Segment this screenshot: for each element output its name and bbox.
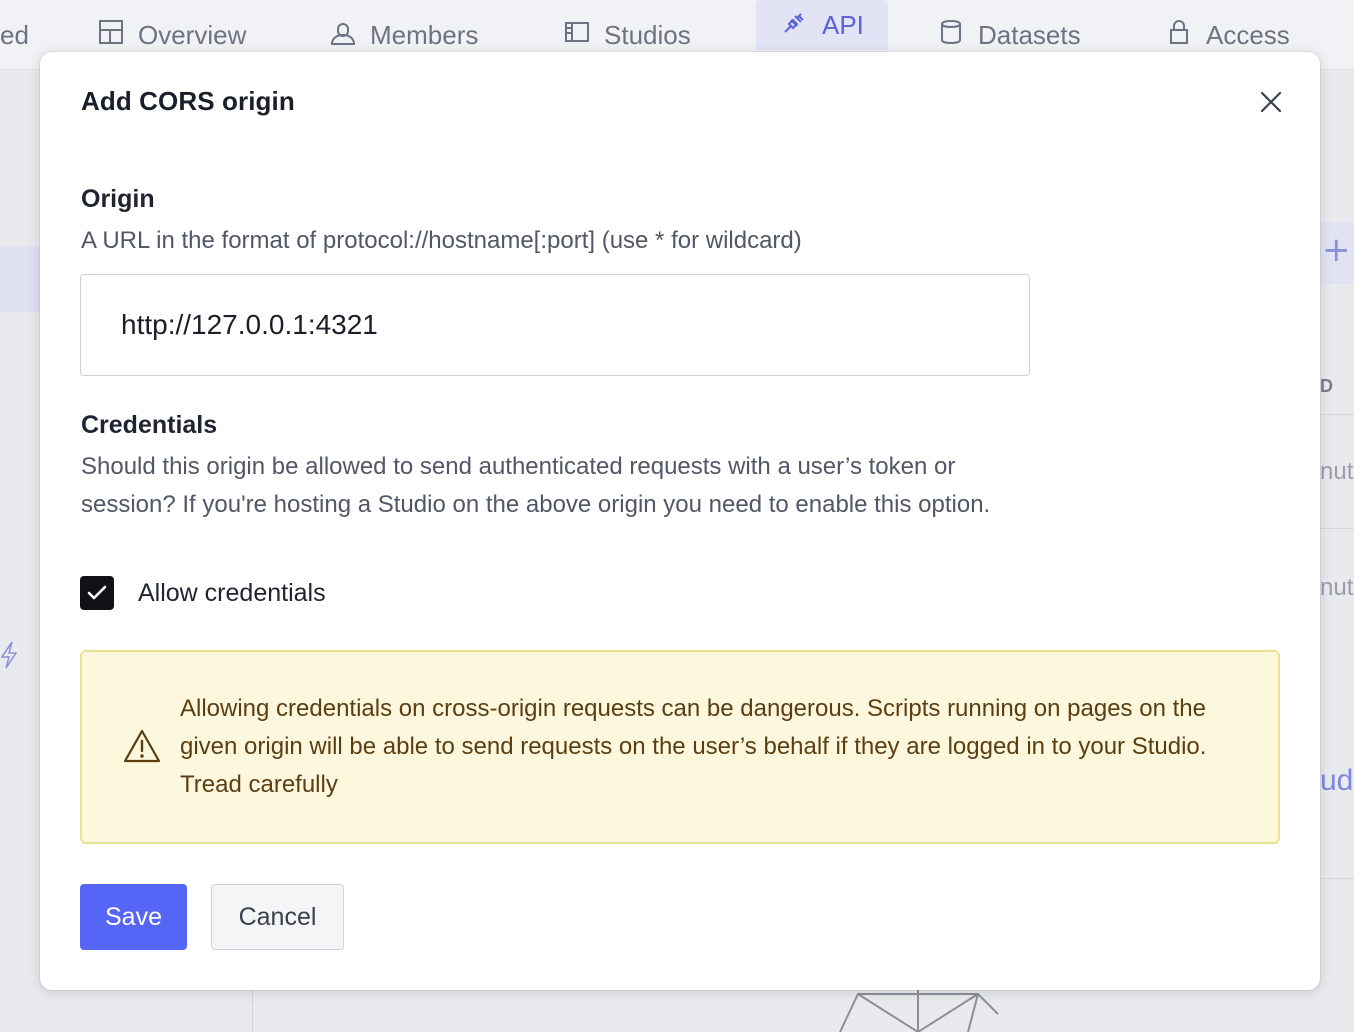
row-divider: [1320, 528, 1354, 529]
bolt-icon: [0, 641, 18, 669]
add-button[interactable]: +: [1320, 222, 1354, 284]
row-cell: nute: [1320, 574, 1354, 601]
plug-icon: [780, 7, 810, 44]
divider: [252, 990, 253, 1032]
row-divider: [1320, 414, 1354, 415]
dialog-title: Add CORS origin: [81, 86, 295, 116]
origin-label: Origin: [81, 185, 155, 213]
nav-tab-label: Members: [370, 19, 479, 50]
credentials-description: Should this origin be allowed to send au…: [81, 453, 991, 518]
allow-credentials-checkbox[interactable]: [80, 576, 114, 610]
allow-credentials-row[interactable]: Allow credentials: [80, 576, 326, 610]
warning-text: Allowing credentials on cross-origin req…: [180, 695, 1207, 798]
column-header: D: [1320, 376, 1333, 396]
lock-icon: [1164, 17, 1194, 54]
allow-credentials-label: Allow credentials: [138, 578, 326, 607]
plus-icon: +: [1322, 230, 1351, 270]
database-icon: [936, 17, 966, 54]
nav-tab-label: Access: [1206, 19, 1290, 50]
nav-tab-label: API: [822, 9, 864, 40]
nav-tab-api[interactable]: API: [756, 0, 888, 50]
add-cors-origin-dialog: Add CORS origin Origin A URL in the form…: [40, 52, 1320, 990]
studio-icon: [562, 17, 592, 54]
origin-description: A URL in the format of protocol://hostna…: [81, 227, 802, 254]
background-table-edge: + D nute nute udi: [1320, 70, 1354, 1032]
credentials-warning: Allowing credentials on cross-origin req…: [80, 650, 1280, 844]
illustration: [839, 990, 999, 1032]
nav-tab-label: ed: [0, 19, 29, 50]
cancel-button[interactable]: Cancel: [211, 884, 344, 950]
layout-icon: [96, 17, 126, 54]
users-icon: [328, 17, 358, 54]
credentials-label: Credentials: [81, 411, 218, 439]
studio-link[interactable]: udi: [1320, 764, 1354, 798]
close-button[interactable]: [1254, 85, 1288, 119]
save-button[interactable]: Save: [80, 884, 187, 950]
close-icon: [1260, 91, 1282, 113]
nav-tab-label: Datasets: [978, 19, 1081, 50]
checkmark-icon: [87, 585, 107, 600]
origin-input[interactable]: [80, 274, 1030, 376]
row-divider: [1320, 878, 1354, 879]
nav-tab-label: Studios: [604, 19, 691, 50]
nav-tab-label: Overview: [138, 19, 247, 50]
sidebar-active-item[interactable]: [0, 246, 40, 312]
nav-tab-partial[interactable]: ed: [0, 0, 29, 70]
warning-triangle-icon: [123, 729, 161, 763]
row-cell: nute: [1320, 458, 1354, 485]
